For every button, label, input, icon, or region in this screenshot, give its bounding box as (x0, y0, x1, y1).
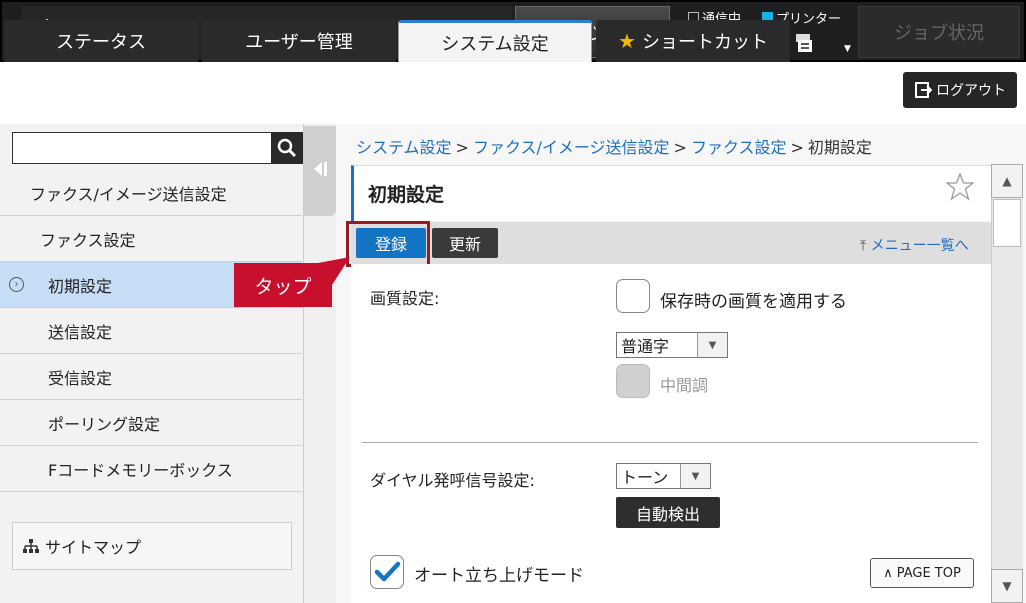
menu-list-link[interactable]: ⤒ メニュー一覧へ (860, 235, 969, 255)
auto-startup-checkbox[interactable] (370, 555, 404, 589)
collapse-left-icon (314, 162, 327, 176)
chevron-up-icon: ∧ (883, 565, 893, 581)
sidebar-item-label: ファクス/イメージ送信設定 (30, 184, 227, 204)
tab-shortcut-label: ショートカット (641, 32, 768, 53)
panel-title: 初期設定 (351, 165, 991, 221)
sidebar-item-fax-settings[interactable]: ファクス設定 (0, 216, 302, 262)
sidebar-item-polling-settings[interactable]: ポーリング設定 (0, 400, 302, 446)
halftone-checkbox[interactable] (616, 364, 650, 398)
resolution-value: 普通字 (621, 337, 670, 356)
breadcrumb-separator: > (790, 138, 804, 157)
breadcrumb-separator: > (455, 138, 469, 157)
halftone-label: 中間調 (660, 376, 709, 395)
apply-saved-quality-label: 保存時の画質を適用する (660, 292, 847, 312)
logout-button[interactable]: ログアウト (903, 72, 1017, 108)
scroll-down-button[interactable]: ▼ (991, 569, 1023, 603)
printer-icon (796, 34, 812, 52)
job-status-button[interactable]: ジョブ状況 (858, 6, 1020, 58)
section-divider (362, 442, 978, 443)
scrollbar-thumb[interactable] (993, 199, 1021, 247)
sidebar-item-label: 受信設定 (48, 368, 113, 388)
chevron-right-icon: › (9, 277, 24, 292)
sidebar-item-f-code-memory-box[interactable]: Fコードメモリーボックス (0, 446, 302, 492)
sitemap-icon (23, 539, 39, 553)
tab-bar (0, 62, 1026, 124)
search-input[interactable] (12, 132, 272, 164)
apply-saved-quality-checkbox[interactable] (616, 279, 650, 313)
auto-startup-label: オート立ち上げモード (414, 566, 584, 586)
chevron-down-icon: ▼ (697, 333, 727, 357)
auto-detect-button[interactable]: 自動検出 (616, 497, 720, 528)
dial-signal-select[interactable]: トーン ▼ (616, 463, 711, 489)
breadcrumb-link-fax-settings[interactable]: ファクス設定 (691, 138, 787, 157)
tab-shortcut[interactable]: ★ ショートカット (596, 20, 790, 62)
dial-signal-label: ダイヤル発呼信号設定: (370, 471, 535, 490)
favorite-star-icon[interactable] (946, 172, 974, 202)
breadcrumb-current: 初期設定 (807, 138, 872, 157)
star-icon: ★ (618, 29, 636, 53)
resolution-select[interactable]: 普通字 ▼ (616, 332, 728, 358)
page-top-label: PAGE TOP (896, 565, 961, 581)
menu-list-label: メニュー一覧へ (870, 238, 969, 254)
search-icon (277, 138, 297, 158)
breadcrumb-link-fax-image-send[interactable]: ファクス/イメージ送信設定 (473, 138, 670, 157)
tab-system-settings[interactable]: システム設定 (398, 20, 592, 62)
scroll-up-button[interactable]: ▲ (991, 164, 1023, 198)
sidebar-collapse-toggle[interactable] (304, 126, 336, 216)
callout-pointer (318, 257, 350, 285)
tab-user-management[interactable]: ユーザー管理 (202, 20, 396, 62)
sidebar-item-receive-settings[interactable]: 受信設定 (0, 354, 302, 400)
sidebar-item-fax-image-send-settings[interactable]: ファクス/イメージ送信設定 (0, 170, 302, 216)
tap-highlight-frame (346, 221, 430, 267)
return-arrow-icon: ⤒ (860, 238, 867, 254)
sitemap-link[interactable]: サイトマップ (12, 522, 292, 570)
sidebar-item-label: Fコードメモリーボックス (48, 460, 233, 480)
checkmark-icon (374, 561, 401, 582)
chevron-down-icon: ▼ (680, 464, 710, 488)
breadcrumb-link-system-settings[interactable]: システム設定 (356, 138, 452, 157)
sidebar-item-label: 初期設定 (48, 276, 113, 296)
breadcrumb-separator: > (673, 138, 687, 157)
logout-icon (915, 82, 932, 98)
logout-label: ログアウト (936, 83, 1006, 99)
sidebar-item-label: 送信設定 (48, 322, 113, 342)
page-top-button[interactable]: ∧ PAGE TOP (870, 558, 974, 588)
sidebar-item-send-settings[interactable]: 送信設定 (0, 308, 302, 354)
dial-signal-value: トーン (621, 468, 669, 487)
search-button[interactable] (271, 132, 303, 164)
sitemap-label: サイトマップ (45, 538, 142, 557)
chevron-down-icon: ▼ (844, 44, 851, 54)
breadcrumb: システム設定 > ファクス/イメージ送信設定 > ファクス設定 > 初期設定 (356, 134, 872, 158)
sidebar-item-label: ファクス設定 (40, 230, 136, 250)
tab-status[interactable]: ステータス (4, 20, 198, 62)
sidebar-item-label: ポーリング設定 (48, 414, 161, 434)
settings-form (351, 264, 991, 603)
refresh-button[interactable]: 更新 (432, 228, 498, 258)
image-quality-label: 画質設定: (370, 289, 440, 308)
